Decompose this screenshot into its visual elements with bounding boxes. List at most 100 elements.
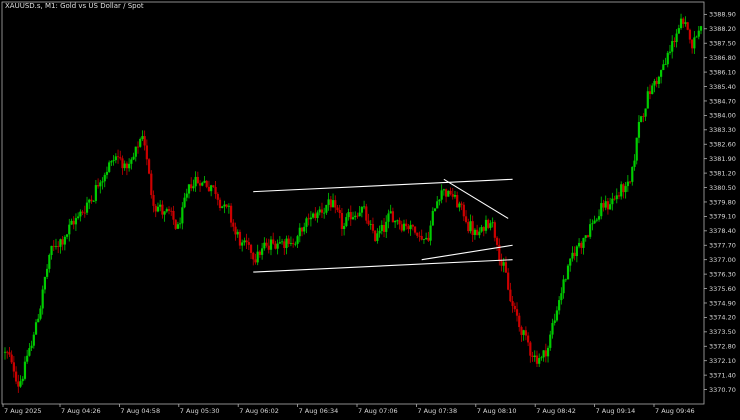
candle-body xyxy=(427,237,430,241)
y-tick-label: 3374.90 xyxy=(709,299,736,307)
candle-body xyxy=(179,223,182,225)
x-tick-label: 7 Aug 2025 xyxy=(4,407,42,415)
candle-body xyxy=(686,22,689,30)
candle-body xyxy=(582,237,585,248)
y-tick-label: 3375.60 xyxy=(709,285,736,293)
candles xyxy=(3,13,703,393)
candle-body xyxy=(666,52,669,65)
candle-body xyxy=(589,224,592,237)
candle-body xyxy=(292,243,295,245)
candle-body xyxy=(664,64,667,66)
candle-body xyxy=(46,268,49,277)
candle-body xyxy=(99,182,102,187)
candle-body xyxy=(493,222,496,238)
y-tick-label: 3379.80 xyxy=(709,198,736,206)
candle-body xyxy=(54,246,58,247)
candle-body xyxy=(145,145,148,160)
candle-body xyxy=(314,213,317,219)
candle-body xyxy=(81,211,84,213)
candle-body xyxy=(305,218,308,227)
candle-body xyxy=(518,315,521,328)
candle-body xyxy=(83,212,86,214)
candle-body xyxy=(405,223,408,227)
y-tick-label: 3371.40 xyxy=(709,371,736,379)
candle-body xyxy=(63,236,66,245)
candle-body xyxy=(349,212,352,220)
candle-body xyxy=(172,210,175,220)
candle-body xyxy=(345,217,348,226)
candle-body xyxy=(198,183,202,186)
candle-body xyxy=(447,190,450,197)
candle-body xyxy=(225,204,228,207)
candle-body xyxy=(677,28,680,34)
chart-canvas[interactable]: 3388.90 3388.20 3387.50 3386.80 3386.10 3385.… xyxy=(0,0,740,416)
candle-body xyxy=(232,222,235,227)
candle-body xyxy=(243,240,246,243)
candle-body xyxy=(57,246,60,247)
y-tick-label: 3388.20 xyxy=(709,25,736,33)
candle-body xyxy=(181,207,184,224)
candle-body xyxy=(37,318,40,323)
candle-body xyxy=(478,231,481,236)
candle-body xyxy=(382,224,386,232)
candle-body xyxy=(139,139,142,147)
candle-body xyxy=(513,305,516,310)
candle-body xyxy=(176,224,179,229)
candle-body xyxy=(276,243,279,249)
candle-body xyxy=(602,203,605,208)
candle-body xyxy=(136,146,140,148)
trendline-wedge-upper[interactable] xyxy=(443,178,509,219)
y-tick-label: 3380.50 xyxy=(709,184,736,192)
trendline-channel-upper[interactable] xyxy=(253,178,513,193)
candle-body xyxy=(331,200,335,208)
candle-body xyxy=(380,224,383,231)
candle-body xyxy=(657,76,660,84)
candle-body xyxy=(484,219,488,231)
y-tick-label: 3385.40 xyxy=(709,83,736,91)
candle-body xyxy=(374,230,377,241)
candle-body xyxy=(258,251,262,255)
x-tick-label: 7 Aug 04:26 xyxy=(61,407,101,415)
candle-body xyxy=(542,350,545,358)
candle-body xyxy=(531,355,534,358)
candle-body xyxy=(167,209,171,211)
candle-body xyxy=(653,80,656,86)
candle-body xyxy=(613,198,616,200)
x-tick-label: 7 Aug 09:46 xyxy=(655,407,695,415)
y-tick-label: 3386.80 xyxy=(709,54,736,62)
y-tick-label: 3381.90 xyxy=(709,155,736,163)
candle-body xyxy=(553,320,556,323)
candle-body xyxy=(19,381,22,387)
candle-body xyxy=(283,241,286,248)
candle-body xyxy=(103,174,106,182)
candle-body xyxy=(105,171,109,175)
price-chart[interactable]: XAUUSD.s, M1: Gold vs US Dollar / Spot 3… xyxy=(0,0,740,416)
candle-body xyxy=(10,354,13,363)
candle-body xyxy=(3,351,7,353)
candle-body xyxy=(336,207,339,211)
candle-body xyxy=(451,194,454,197)
candle-body xyxy=(130,159,133,164)
symbol-title: XAUUSD.s, M1: Gold vs US Dollar / Spot xyxy=(5,2,144,10)
candle-body xyxy=(252,252,255,260)
candle-body xyxy=(464,216,468,223)
y-tick-label: 3387.50 xyxy=(709,40,736,48)
candle-body xyxy=(39,308,42,319)
y-tick-label: 3373.50 xyxy=(709,328,736,336)
candle-body xyxy=(473,229,477,235)
candle-body xyxy=(376,233,379,241)
candle-body xyxy=(436,201,439,209)
candle-body xyxy=(101,181,104,183)
candle-body xyxy=(431,211,434,226)
candle-body xyxy=(161,204,164,215)
candle-body xyxy=(280,241,284,243)
trendline-channel-lower[interactable] xyxy=(253,259,513,273)
candle-body xyxy=(418,235,421,237)
candle-body xyxy=(354,215,357,218)
candle-body xyxy=(593,220,596,224)
candle-body xyxy=(278,242,281,244)
candle-body xyxy=(420,236,423,240)
candle-body xyxy=(159,204,162,207)
candle-body xyxy=(560,293,563,301)
candle-body xyxy=(511,301,514,306)
